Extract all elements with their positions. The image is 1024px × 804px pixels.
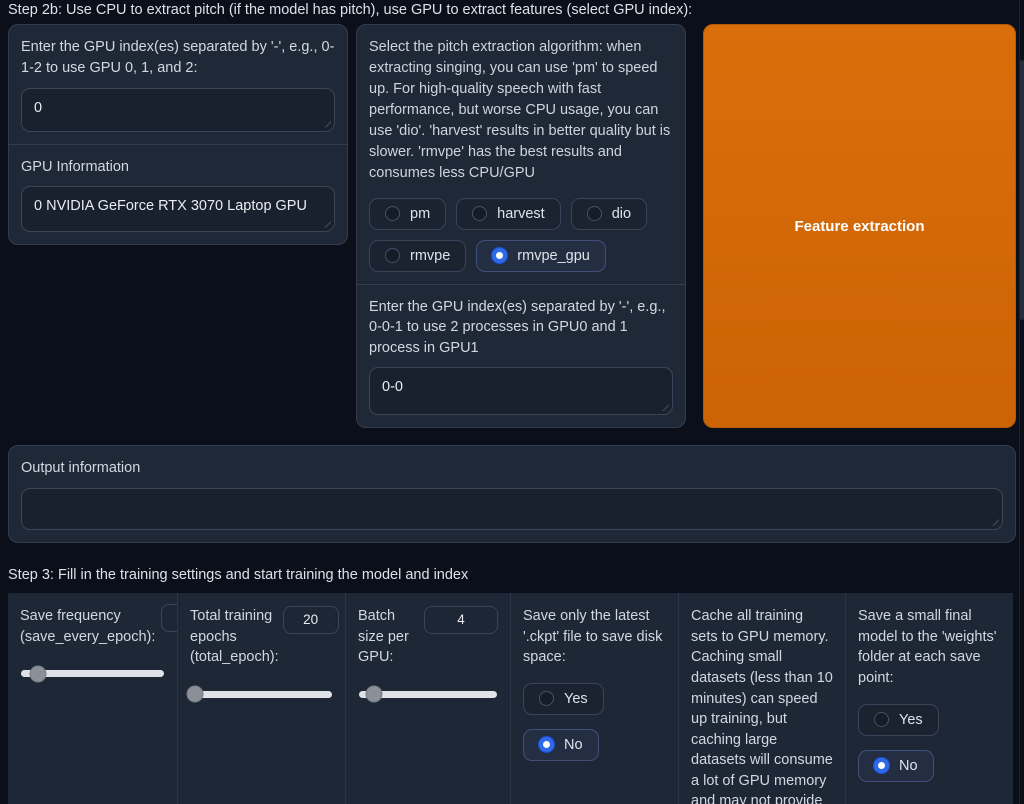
step2b-row: Enter the GPU index(es) separated by '-'… (8, 24, 1016, 428)
save-frequency-header: Save frequency (save_every_epoch): (20, 606, 165, 647)
save-small-model-column: Save a small final model to the 'weights… (845, 593, 1013, 804)
radio-option-yes[interactable]: Yes (523, 683, 604, 715)
gpu-info-label: GPU Information (21, 157, 335, 178)
gpu-settings-group: Enter the GPU index(es) separated by '-'… (8, 24, 348, 245)
gpu-index-field-wrap (21, 88, 335, 132)
radio-option-rmvpe_gpu[interactable]: rmvpe_gpu (476, 240, 606, 272)
gpu-processes-label: Enter the GPU index(es) separated by '-'… (369, 297, 673, 359)
radio-option-harvest[interactable]: harvest (456, 198, 561, 230)
total-epoch-slider-handle[interactable] (187, 686, 204, 703)
save-frequency-label: Save frequency (save_every_epoch): (20, 606, 169, 647)
save-latest-label: Save only the latest '.ckpt' file to sav… (523, 606, 666, 668)
save-frequency-slider-handle[interactable] (30, 665, 47, 682)
radio-checked-icon (539, 737, 554, 752)
save-frequency-number-input[interactable]: 5 (161, 604, 177, 632)
output-row: Output information (8, 445, 1016, 543)
save-frequency-column: Save frequency (save_every_epoch): 5 (8, 593, 177, 804)
gpu-info-input[interactable] (21, 186, 335, 232)
gpu-processes-block: Enter the GPU index(es) separated by '-'… (357, 284, 685, 428)
radio-option-label: pm (410, 206, 430, 222)
output-info-textarea[interactable] (21, 488, 1003, 530)
step3-header: Step 3: Fill in the training settings an… (8, 567, 1016, 584)
radio-unchecked-icon (385, 206, 400, 221)
radio-option-rmvpe[interactable]: rmvpe (369, 240, 466, 272)
radio-unchecked-icon (385, 248, 400, 263)
batch-size-slider-track[interactable] (359, 691, 497, 698)
gpu-info-field-wrap (21, 186, 335, 232)
total-epoch-slider-track[interactable] (191, 691, 332, 698)
cache-gpu-column: Cache all training sets to GPU memory. C… (678, 593, 845, 804)
gpu-index-block: Enter the GPU index(es) separated by '-'… (9, 25, 347, 143)
radio-option-label: Yes (899, 712, 923, 728)
pitch-settings-group: Select the pitch extraction algorithm: w… (356, 24, 686, 428)
radio-option-pm[interactable]: pm (369, 198, 446, 230)
radio-option-no[interactable]: No (523, 729, 599, 761)
save-frequency-slider-track[interactable] (21, 670, 164, 677)
radio-option-label: No (899, 758, 918, 774)
feature-extraction-button[interactable]: Feature extraction (703, 24, 1016, 428)
output-info-field-wrap (21, 488, 1003, 530)
gpu-settings-column: Enter the GPU index(es) separated by '-'… (8, 24, 348, 245)
cache-gpu-label: Cache all training sets to GPU memory. C… (691, 606, 833, 804)
radio-option-no[interactable]: No (858, 750, 934, 782)
scrollbar-thumb[interactable] (1020, 60, 1024, 320)
save-small-model-radio-group: Yes No (858, 704, 1001, 782)
total-epoch-number-input[interactable]: 20 (283, 606, 339, 634)
gpu-processes-input[interactable] (369, 367, 673, 415)
pitch-algo-radio-group: pm harvest dio rmvpe rmvpe_gpu (369, 198, 673, 272)
radio-unchecked-icon (472, 206, 487, 221)
total-epoch-label: Total training epochs (total_epoch): (190, 606, 279, 668)
pitch-algo-block: Select the pitch extraction algorithm: w… (357, 25, 685, 283)
total-epoch-column: Total training epochs (total_epoch): 20 (177, 593, 345, 804)
radio-option-label: rmvpe_gpu (517, 248, 590, 264)
feature-extraction-column: Feature extraction (703, 24, 1016, 428)
radio-option-label: Yes (564, 691, 588, 707)
batch-size-header: Batch size per GPU: 4 (358, 606, 498, 668)
save-latest-column: Save only the latest '.ckpt' file to sav… (510, 593, 678, 804)
batch-size-column: Batch size per GPU: 4 (345, 593, 510, 804)
radio-option-label: dio (612, 206, 631, 222)
batch-size-slider (358, 683, 498, 706)
radio-option-dio[interactable]: dio (571, 198, 647, 230)
gpu-index-input[interactable] (21, 88, 335, 132)
gpu-info-block: GPU Information (9, 144, 347, 245)
rvc-training-page: Step 2b: Use CPU to extract pitch (if th… (0, 0, 1024, 804)
pitch-settings-column: Select the pitch extraction algorithm: w… (356, 24, 686, 428)
radio-option-label: harvest (497, 206, 545, 222)
pitch-algo-description: Select the pitch extraction algorithm: w… (369, 37, 673, 184)
save-small-model-label: Save a small final model to the 'weights… (858, 606, 1001, 688)
save-frequency-slider (20, 662, 165, 685)
output-info-block: Output information (8, 445, 1016, 543)
total-epoch-slider (190, 683, 333, 706)
step3-settings-row: Save frequency (save_every_epoch): 5 Tot… (8, 593, 1016, 804)
total-epoch-header: Total training epochs (total_epoch): 20 (190, 606, 333, 668)
radio-option-label: rmvpe (410, 248, 450, 264)
batch-size-label: Batch size per GPU: (358, 606, 420, 668)
radio-option-label: No (564, 737, 583, 753)
gpu-processes-field-wrap (369, 367, 673, 415)
output-info-label: Output information (21, 458, 1003, 479)
radio-unchecked-icon (874, 712, 889, 727)
batch-size-slider-handle[interactable] (366, 686, 383, 703)
radio-unchecked-icon (539, 691, 554, 706)
radio-option-yes[interactable]: Yes (858, 704, 939, 736)
save-latest-radio-group: Yes No (523, 683, 666, 761)
radio-checked-icon (874, 758, 889, 773)
gpu-index-label: Enter the GPU index(es) separated by '-'… (21, 37, 335, 78)
radio-unchecked-icon (587, 206, 602, 221)
batch-size-number-input[interactable]: 4 (424, 606, 498, 634)
radio-checked-icon (492, 248, 507, 263)
page-scrollbar[interactable] (1019, 0, 1024, 804)
step2b-header: Step 2b: Use CPU to extract pitch (if th… (8, 2, 1016, 19)
